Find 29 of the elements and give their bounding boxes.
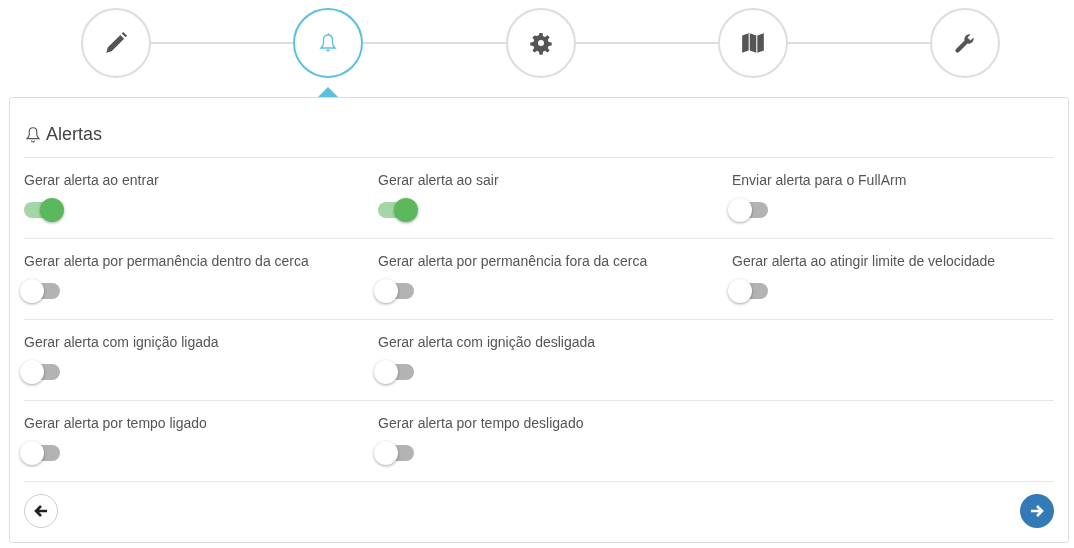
wrench-icon [953, 31, 977, 55]
toggle-switch[interactable] [20, 441, 62, 465]
active-step-pointer [318, 87, 339, 97]
toggle-switch[interactable] [20, 279, 62, 303]
toggle-label: Gerar alerta por tempo desligado [378, 415, 584, 431]
left-arrow-icon [33, 503, 49, 519]
next-button[interactable] [1020, 494, 1054, 528]
toggle-label: Enviar alerta para o FullArm [732, 172, 907, 188]
gear-icon [528, 31, 553, 55]
back-button[interactable] [24, 494, 58, 528]
toggle-label: Gerar alerta ao sair [378, 172, 499, 188]
toggle-switch[interactable] [728, 198, 770, 222]
toggle-label: Gerar alerta por tempo ligado [24, 415, 207, 431]
toggle-label: Gerar alerta com ignição ligada [24, 334, 219, 350]
toggle-switch[interactable] [374, 360, 416, 384]
toggle-switch[interactable] [20, 360, 62, 384]
toggle-label: Gerar alerta por permanência fora da cerca [378, 253, 648, 269]
toggle-label: Gerar alerta por permanência dentro da cerca [24, 253, 309, 269]
right-arrow-icon [1029, 503, 1045, 519]
toggle-switch[interactable] [728, 279, 770, 303]
toggle-label: Gerar alerta ao atingir limite de velocidade [732, 253, 996, 269]
toggle-label: Gerar alerta ao entrar [24, 172, 159, 188]
toggle-label: Gerar alerta com ignição desligada [378, 334, 596, 350]
toggle-switch[interactable] [374, 279, 416, 303]
bell-icon [24, 125, 42, 144]
toggle-switch[interactable] [374, 441, 416, 465]
map-icon [739, 30, 766, 56]
pencil-icon [103, 30, 129, 56]
panel-title: Alertas [46, 124, 103, 145]
